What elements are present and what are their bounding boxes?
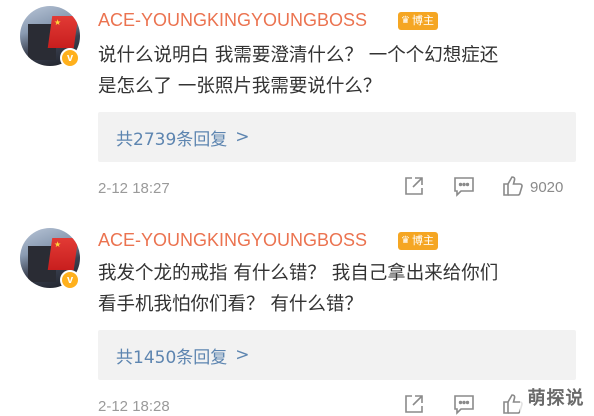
comment-icon[interactable] xyxy=(452,392,476,416)
crown-icon: ♛ xyxy=(401,235,410,246)
comment-item: ★ v ACE-YOUNGKINGYOUNGBOSS ♛ 博主 我发个龙的戒指 … xyxy=(0,0,594,416)
verified-badge-icon: v xyxy=(60,270,80,290)
timestamp: 2-12 18:28 xyxy=(98,398,170,415)
share-icon[interactable] xyxy=(402,392,426,416)
chevron-right-icon: > xyxy=(235,345,250,365)
comment-text: 我发个龙的戒指 有什么错？ 我自己拿出来给你们 看手机我怕你们看？ 有什么错？ xyxy=(98,258,588,320)
comment-text-line: 我发个龙的戒指 有什么错？ 我自己拿出来给你们 xyxy=(98,263,499,284)
replies-box[interactable]: 共1450条回复 > xyxy=(98,330,576,380)
watermark: 萌探说 xyxy=(520,384,592,414)
comment-text-line: 看手机我怕你们看？ 有什么错？ xyxy=(98,294,363,315)
blogger-badge: ♛ 博主 xyxy=(398,232,438,250)
blogger-badge-label: 博主 xyxy=(411,234,434,247)
comment-meta: 2-12 18:28 xyxy=(0,392,594,416)
username[interactable]: ACE-YOUNGKINGYOUNGBOSS xyxy=(98,230,367,251)
view-replies-link[interactable]: 共1450条回复 xyxy=(116,343,227,368)
